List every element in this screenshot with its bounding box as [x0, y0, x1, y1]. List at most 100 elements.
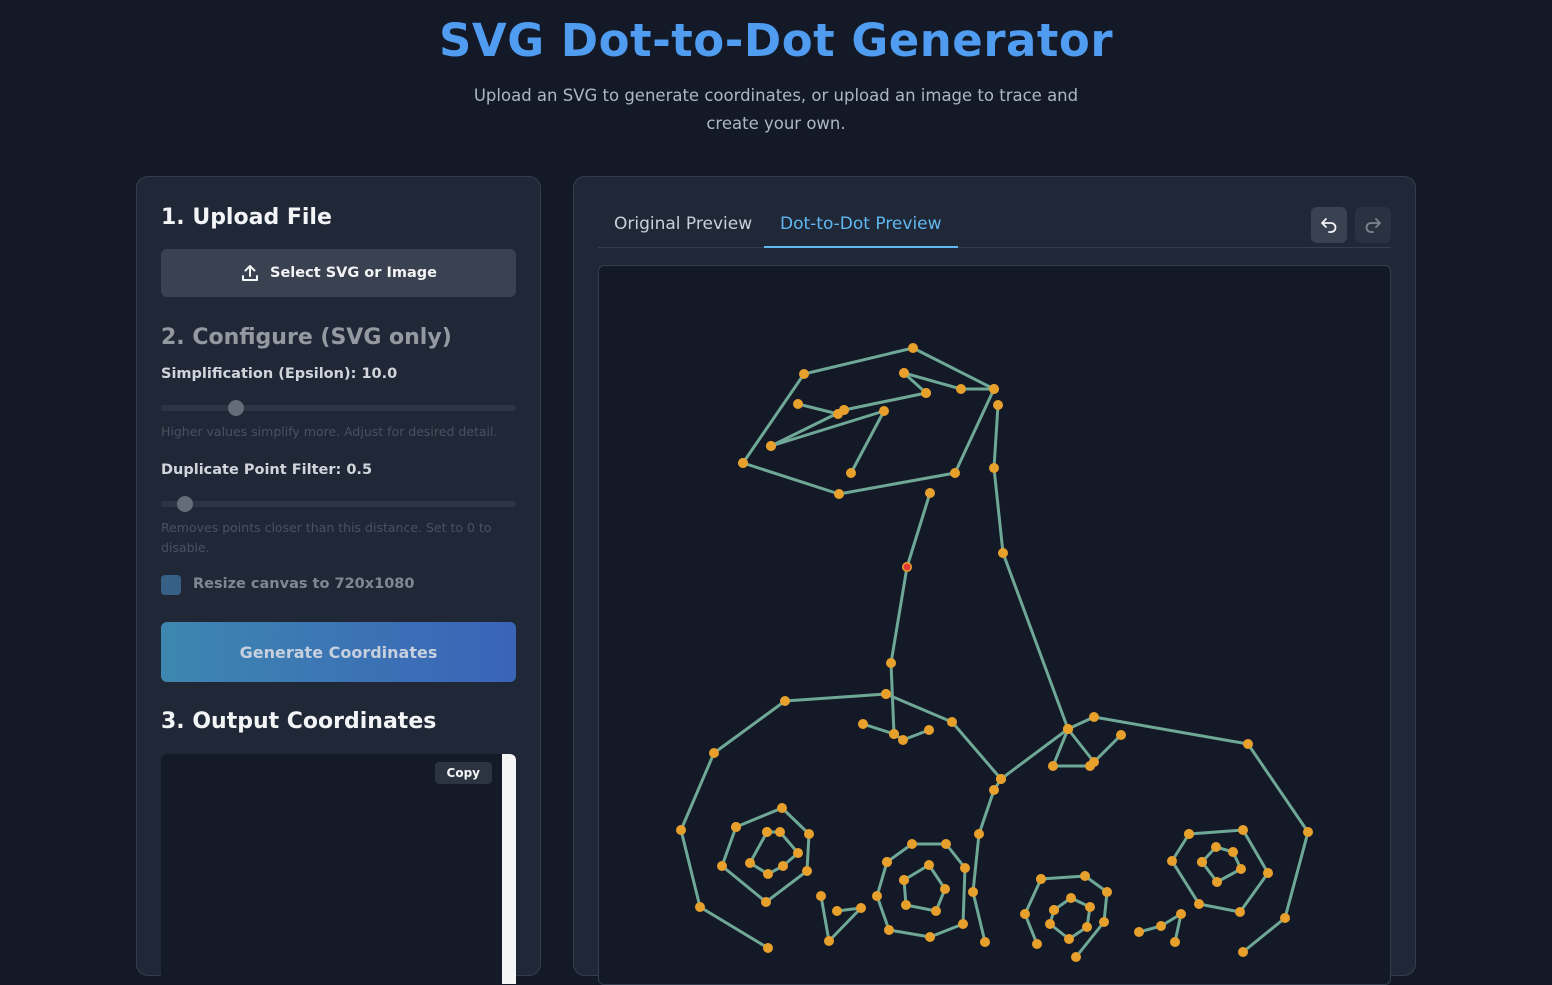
duplicate-filter-thumb[interactable]	[177, 496, 193, 512]
dot-point	[1048, 761, 1058, 771]
dot-point	[960, 863, 970, 873]
dot-point	[924, 860, 934, 870]
dot-point	[886, 658, 896, 668]
dot-point	[947, 717, 957, 727]
dot-point	[974, 829, 984, 839]
output-coordinates-textarea[interactable]: Copy	[161, 754, 516, 984]
dot-point	[1211, 842, 1221, 852]
dot-point	[1197, 857, 1207, 867]
dot-point	[1089, 712, 1099, 722]
dot-point	[738, 458, 748, 468]
controls-panel: 1. Upload File Select SVG or Image 2. Co…	[136, 176, 541, 984]
dot-point	[989, 384, 999, 394]
dot-point	[925, 932, 935, 942]
dot-point	[968, 887, 978, 897]
generate-coordinates-button[interactable]: Generate Coordinates	[161, 622, 516, 682]
redo-button[interactable]	[1355, 207, 1391, 243]
tab-dot-to-dot-preview[interactable]: Dot-to-Dot Preview	[764, 214, 958, 248]
dot-point	[856, 903, 866, 913]
duplicate-filter-slider[interactable]	[161, 496, 516, 512]
outline-segment	[1048, 896, 1092, 941]
dot-point	[872, 891, 882, 901]
dot-point	[1238, 825, 1248, 835]
dot-point	[1064, 934, 1074, 944]
dot-point	[924, 725, 934, 735]
dot-point	[780, 696, 790, 706]
outline-segment	[971, 778, 1003, 943]
dot-point	[940, 884, 950, 894]
dot-point	[1020, 909, 1030, 919]
dot-point	[1080, 871, 1090, 881]
select-file-label: Select SVG or Image	[270, 265, 437, 281]
dot-point	[1238, 947, 1248, 957]
dot-point	[1280, 913, 1290, 923]
epsilon-hint: Higher values simplify more. Adjust for …	[161, 424, 498, 439]
dot-point	[980, 937, 990, 947]
dot-point	[989, 785, 999, 795]
dot-point	[1066, 893, 1076, 903]
undo-button[interactable]	[1311, 207, 1347, 243]
dot-point	[898, 735, 908, 745]
dot-point	[1236, 864, 1246, 874]
dot-point	[816, 891, 826, 901]
dot-point	[1102, 887, 1112, 897]
dot-point	[1303, 827, 1313, 837]
epsilon-slider-thumb[interactable]	[228, 400, 244, 416]
dot-point	[709, 748, 719, 758]
dot-to-dot-canvas[interactable]	[598, 265, 1391, 985]
resize-canvas-checkbox[interactable]	[161, 575, 181, 595]
dot-point	[824, 936, 834, 946]
dot-point	[925, 488, 935, 498]
dot-point	[793, 848, 803, 858]
dot-point	[901, 900, 911, 910]
dot-point	[832, 906, 842, 916]
dot-point	[745, 858, 755, 868]
dot-point	[921, 388, 931, 398]
dot-point	[941, 839, 951, 849]
dot-point	[996, 774, 1006, 784]
start-dot-point	[903, 563, 911, 571]
dot-point	[799, 369, 809, 379]
dot-point	[777, 803, 787, 813]
dot-point	[763, 943, 773, 953]
dot-point	[879, 406, 889, 416]
dot-point	[717, 861, 727, 871]
epsilon-label: Simplification (Epsilon): 10.0	[161, 366, 398, 382]
duplicate-filter-label: Duplicate Point Filter: 0.5	[161, 462, 373, 478]
dot-point	[1085, 761, 1095, 771]
dot-point	[956, 384, 966, 394]
outline-segment	[770, 409, 886, 474]
dot-point	[1134, 927, 1144, 937]
dot-point	[1099, 917, 1109, 927]
dot-point	[1063, 724, 1073, 734]
dot-point	[1184, 829, 1194, 839]
dot-point	[762, 827, 772, 837]
outline-segment	[1051, 728, 1123, 768]
copy-button[interactable]: Copy	[434, 762, 492, 784]
dot-point	[950, 468, 960, 478]
dot-point	[858, 719, 868, 729]
output-scrollbar[interactable]	[502, 754, 516, 984]
dot-point	[1243, 739, 1253, 749]
epsilon-slider[interactable]	[161, 400, 516, 416]
outline-segment	[1170, 828, 1270, 914]
page-title: SVG Dot-to-Dot Generator	[438, 14, 1114, 67]
dot-point	[766, 441, 776, 451]
resize-canvas-label: Resize canvas to 720x1080	[193, 576, 415, 592]
dot-point	[676, 825, 686, 835]
dot-point	[846, 468, 856, 478]
select-file-button[interactable]: Select SVG or Image	[161, 249, 516, 297]
dot-point	[1170, 937, 1180, 947]
dot-point	[763, 869, 773, 879]
dot-point	[1071, 952, 1081, 962]
dot-to-dot-drawing	[676, 343, 1313, 962]
tab-original-preview[interactable]: Original Preview	[598, 214, 768, 248]
dot-point	[1167, 856, 1177, 866]
outline-segment	[992, 404, 1096, 763]
dot-point	[958, 919, 968, 929]
dot-point	[1156, 921, 1166, 931]
dot-point	[1212, 877, 1222, 887]
dot-point	[695, 902, 705, 912]
dot-point	[908, 343, 918, 353]
configure-heading: 2. Configure (SVG only)	[161, 325, 452, 350]
